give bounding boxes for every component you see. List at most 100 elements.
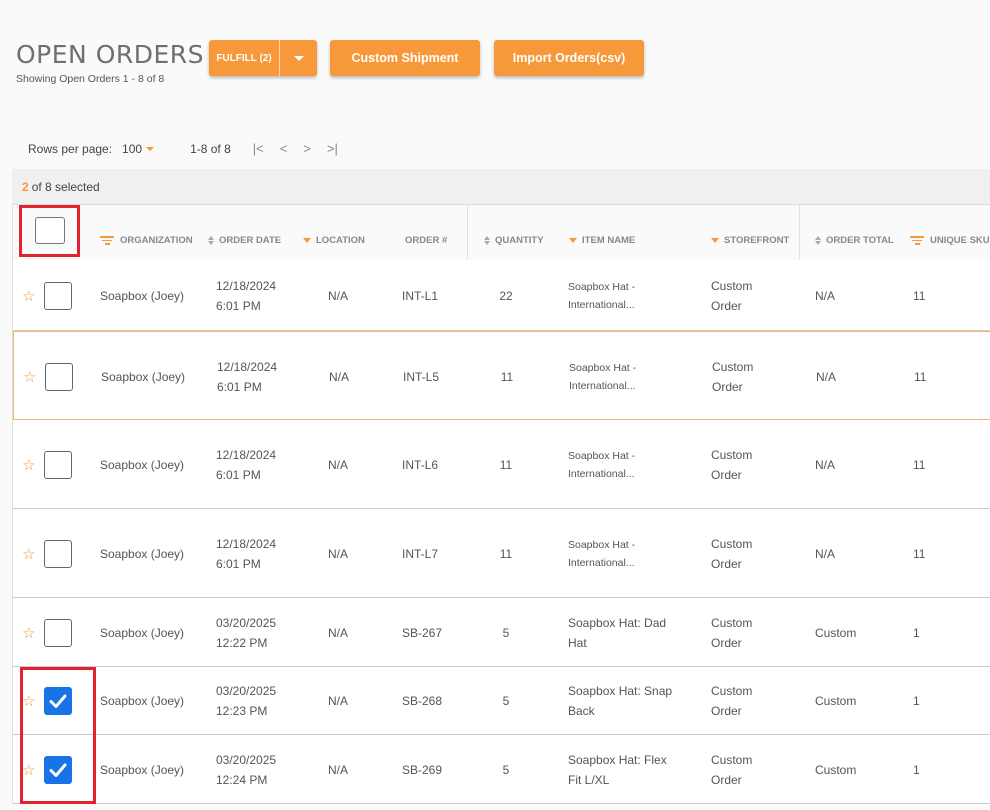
col-order-number-label: ORDER #	[405, 235, 448, 246]
cell-order-date: 03/20/2025 12:23 PM	[216, 681, 276, 721]
col-organization[interactable]: ORGANIZATION	[100, 235, 193, 246]
col-storefront[interactable]: STOREFRONT	[711, 235, 789, 246]
item-name-line1: Soapbox Hat: Dad	[568, 615, 667, 630]
cell-location: N/A	[328, 694, 349, 708]
col-item-name[interactable]: ITEM NAME	[569, 235, 635, 246]
star-icon[interactable]: ☆	[22, 547, 35, 562]
cell-organization: Soapbox (Joey)	[100, 762, 185, 777]
next-page-icon[interactable]: >	[303, 141, 311, 156]
col-order-date-label: ORDER DATE	[219, 235, 282, 246]
item-name-line1: Soapbox Hat: Flex	[568, 752, 667, 767]
table-row[interactable]: ☆ Soapbox (Joey) 12/18/2024 6:01 PM N/A INT-L…	[13, 260, 990, 331]
table-row[interactable]: ☆ Soapbox (Joey) 12/18/2024 6:01 PM N/A INT-L…	[13, 331, 990, 420]
storefront-line1: Custom	[711, 278, 753, 293]
table-row[interactable]: ☆ Soapbox (Joey) 03/20/2025 12:24 PM N/A SB-2…	[13, 735, 990, 804]
cell-unique-sku: 11	[913, 457, 926, 472]
col-order-number[interactable]: ORDER #	[405, 235, 447, 246]
cell-location: N/A	[328, 457, 349, 472]
last-page-icon[interactable]: >|	[327, 141, 338, 156]
order-time: 6:01 PM	[217, 379, 262, 394]
order-date: 12/18/2024	[216, 536, 277, 551]
table-row[interactable]: ☆ Soapbox (Joey) 03/20/2025 12:23 PM N/A SB-2…	[13, 667, 990, 735]
col-storefront-label: STOREFRONT	[724, 235, 790, 246]
order-date: 12/18/2024	[217, 359, 278, 374]
col-quantity[interactable]: QUANTITY	[484, 235, 544, 246]
cell-storefront: Custom Order	[712, 357, 753, 397]
order-date: 03/20/2025	[216, 752, 277, 767]
col-order-date[interactable]: ORDER DATE	[208, 235, 281, 246]
row-checkbox[interactable]	[44, 539, 72, 568]
cell-item-name: Soapbox Hat - International...	[568, 536, 635, 572]
storefront-line2: Order	[711, 467, 742, 482]
rows-per-page-select[interactable]: 100	[122, 142, 155, 156]
cell-order-total: Custom	[815, 762, 857, 777]
page-range: 1-8 of 8	[190, 141, 231, 156]
fulfill-button[interactable]: FULFILL (2)	[209, 40, 317, 76]
highlight-box	[20, 667, 96, 804]
table-row[interactable]: ☆ Soapbox (Joey) 03/20/2025 12:22 PM N/A SB-2…	[13, 598, 990, 667]
cell-order-date: 03/20/2025 12:24 PM	[216, 750, 276, 790]
col-location[interactable]: LOCATION	[303, 235, 365, 246]
star-icon[interactable]: ☆	[22, 289, 35, 304]
item-name-line1: Soapbox Hat -	[569, 361, 637, 374]
cell-order-total: N/A	[815, 546, 836, 561]
first-page-icon[interactable]: |<	[253, 141, 264, 156]
cell-order-total: N/A	[815, 457, 836, 472]
page-subtitle: Showing Open Orders 1 - 8 of 8	[16, 73, 165, 85]
cell-order-number[interactable]: INT-L6	[402, 455, 438, 475]
cell-order-number[interactable]: INT-L7	[402, 544, 438, 564]
item-name-line2: International...	[568, 467, 635, 480]
cell-item-name: Soapbox Hat - International...	[568, 447, 635, 483]
cell-order-number[interactable]: SB-267	[402, 623, 442, 643]
cell-location: N/A	[328, 546, 349, 561]
item-name-line2: Hat	[568, 635, 587, 650]
cell-order-date: 12/18/2024 6:01 PM	[216, 445, 276, 485]
cell-order-total: Custom	[815, 625, 857, 640]
cell-item-name: Soapbox Hat - International...	[569, 359, 636, 395]
open-orders-page: OPEN ORDERS Showing Open Orders 1 - 8 of…	[0, 0, 990, 810]
item-name-line1: Soapbox Hat -	[568, 538, 636, 551]
cell-order-number[interactable]: INT-L1	[402, 286, 438, 306]
cell-order-number[interactable]: SB-269	[402, 760, 442, 780]
col-organization-label: ORGANIZATION	[120, 235, 193, 246]
pagination-bar: Rows per page: 100 1-8 of 8 |< < > >|	[28, 141, 338, 156]
column-divider	[467, 205, 468, 261]
prev-page-icon[interactable]: <	[280, 141, 288, 156]
select-all-checkbox[interactable]	[35, 217, 65, 244]
storefront-line1: Custom	[712, 359, 754, 374]
row-checkbox[interactable]	[45, 362, 73, 391]
cell-order-number[interactable]: SB-268	[402, 691, 442, 711]
custom-shipment-button[interactable]: Custom Shipment	[330, 40, 480, 76]
star-icon[interactable]: ☆	[22, 458, 35, 473]
cell-organization: Soapbox (Joey)	[100, 457, 185, 472]
import-orders-button[interactable]: Import Orders(csv)	[494, 40, 644, 76]
storefront-line1: Custom	[711, 447, 753, 462]
table-row[interactable]: ☆ Soapbox (Joey) 12/18/2024 6:01 PM N/A INT-L…	[13, 509, 990, 598]
col-quantity-label: QUANTITY	[495, 235, 544, 246]
cell-storefront: Custom Order	[711, 276, 752, 316]
cell-storefront: Custom Order	[711, 750, 752, 790]
row-checkbox[interactable]	[44, 450, 72, 479]
cell-storefront: Custom Order	[711, 681, 752, 721]
sort-icon	[484, 236, 490, 245]
table-row[interactable]: ☆ Soapbox (Joey) 12/18/2024 6:01 PM N/A INT-L…	[13, 420, 990, 509]
col-item-name-label: ITEM NAME	[582, 235, 636, 246]
col-location-label: LOCATION	[316, 235, 365, 246]
item-name-line2: International...	[568, 556, 635, 569]
col-order-total[interactable]: ORDER TOTAL	[815, 235, 894, 246]
order-date: 03/20/2025	[216, 615, 277, 630]
cell-unique-sku: 11	[914, 369, 927, 384]
col-unique-sku-label: UNIQUE SKU	[930, 235, 990, 246]
row-checkbox[interactable]	[44, 281, 72, 310]
star-icon[interactable]: ☆	[23, 370, 36, 385]
star-icon[interactable]: ☆	[22, 626, 35, 641]
fulfill-dropdown-toggle[interactable]	[280, 55, 317, 61]
storefront-line2: Order	[712, 379, 743, 394]
item-name-line2: Back	[568, 704, 595, 718]
storefront-line2: Order	[711, 635, 742, 650]
col-unique-sku[interactable]: UNIQUE SKU	[910, 235, 990, 246]
cell-order-number[interactable]: INT-L5	[403, 367, 439, 387]
cell-unique-sku: 1	[913, 625, 920, 640]
item-name-line2: International...	[569, 379, 636, 392]
row-checkbox[interactable]	[44, 618, 72, 647]
